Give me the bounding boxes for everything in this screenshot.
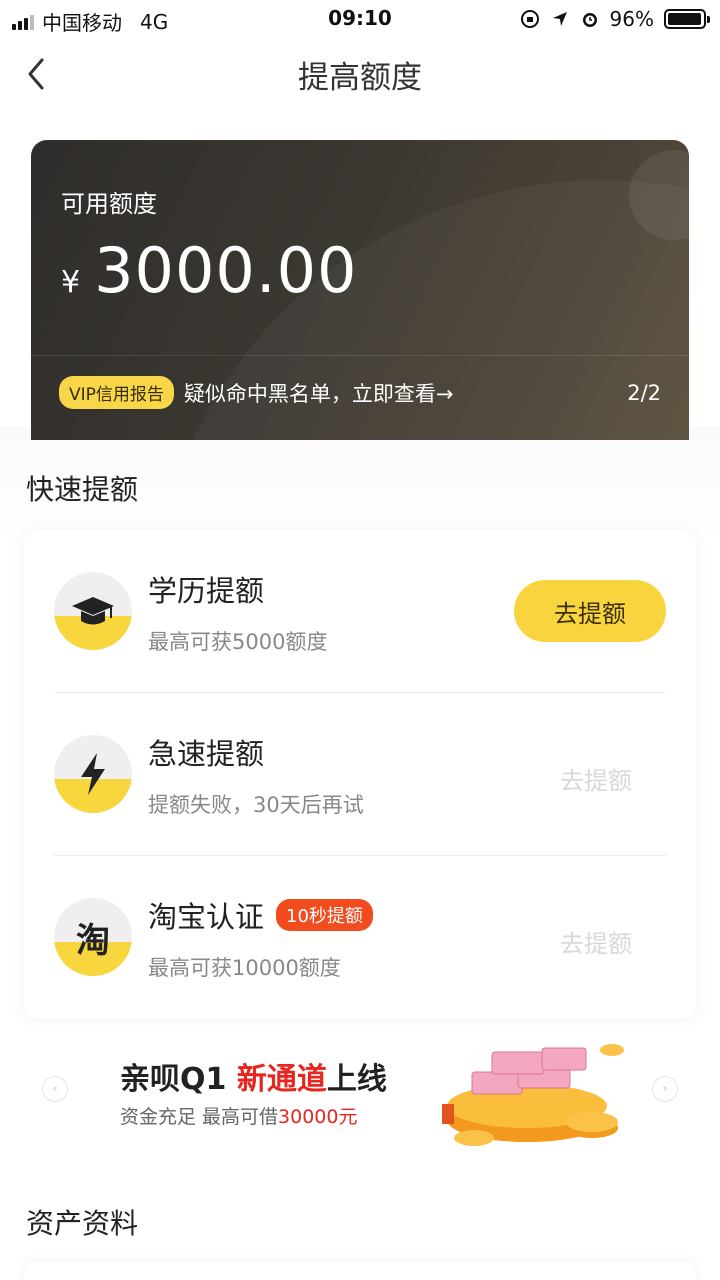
credit-amount: ¥ 3000.00 bbox=[61, 234, 357, 307]
raise-limit-button[interactable]: 去提额 bbox=[514, 580, 666, 642]
battery-percent: 96% bbox=[609, 7, 654, 31]
list-item-taobao: 淘 淘宝认证 10秒提额 最高可获10000额度 去提额 bbox=[54, 856, 666, 1019]
alarm-icon bbox=[580, 9, 600, 29]
list-item-express: 急速提额 提额失败，30天后再试 去提额 bbox=[54, 693, 666, 856]
assets-panel bbox=[24, 1262, 696, 1280]
speed-tag: 10秒提额 bbox=[276, 899, 373, 931]
status-right: 96% bbox=[520, 7, 710, 31]
currency-symbol: ¥ bbox=[61, 265, 81, 300]
item-subtitle: 最高可获10000额度 bbox=[148, 956, 341, 980]
status-bar: 中国移动 4G 09:10 96% bbox=[0, 0, 720, 38]
location-icon bbox=[550, 9, 570, 29]
credit-notice[interactable]: VIP信用报告 疑似命中黑名单，立即查看→ 2/2 bbox=[59, 376, 661, 409]
credit-value: 3000.00 bbox=[94, 234, 358, 307]
battery-icon bbox=[664, 9, 710, 29]
notice-page-indicator: 2/2 bbox=[627, 380, 661, 405]
promo-banner[interactable]: ‹ 亲呗Q1 新通道上线 资金充足 最高可借30000元 › bbox=[0, 1018, 720, 1160]
banner-subtitle: 资金充足 最高可借30000元 bbox=[120, 1102, 358, 1129]
credit-label: 可用额度 bbox=[61, 190, 157, 218]
vip-report-badge: VIP信用报告 bbox=[59, 376, 174, 409]
item-title: 学历提额 bbox=[148, 574, 265, 608]
banner-prev-button[interactable]: ‹ bbox=[42, 1076, 68, 1102]
lightning-icon bbox=[54, 735, 132, 813]
quick-list-panel: 学历提额 最高可获5000额度 去提额 急速提额 提额失败，30天后再试 去提额… bbox=[24, 530, 696, 1018]
raise-limit-button-disabled[interactable]: 去提额 bbox=[560, 924, 632, 959]
money-stack-illustration bbox=[442, 1044, 624, 1146]
rotation-lock-icon bbox=[520, 9, 540, 29]
banner-title-suffix: 上线 bbox=[326, 1062, 387, 1097]
assets-section-title: 资产资料 bbox=[26, 1207, 139, 1240]
item-title: 急速提额 bbox=[148, 737, 265, 771]
taobao-icon: 淘 bbox=[54, 898, 132, 976]
quick-section-title: 快速提额 bbox=[26, 473, 139, 506]
page-title: 提高额度 bbox=[298, 60, 422, 96]
raise-limit-button-disabled[interactable]: 去提额 bbox=[560, 761, 632, 796]
item-title: 淘宝认证 10秒提额 bbox=[148, 894, 373, 936]
item-title-text: 淘宝认证 bbox=[148, 900, 265, 934]
graduation-cap-icon bbox=[54, 572, 132, 650]
banner-title: 亲呗Q1 新通道上线 bbox=[120, 1054, 387, 1098]
banner-title-prefix: 亲呗Q1 bbox=[120, 1062, 237, 1097]
battery-fill bbox=[668, 13, 701, 25]
card-divider bbox=[31, 355, 689, 356]
list-item-education: 学历提额 最高可获5000额度 去提额 bbox=[54, 530, 666, 693]
taobao-char: 淘 bbox=[76, 920, 110, 961]
credit-card: 可用额度 ¥ 3000.00 VIP信用报告 疑似命中黑名单，立即查看→ 2/2 bbox=[31, 140, 689, 440]
nav-bar: 提高额度 bbox=[0, 40, 720, 108]
item-subtitle: 提额失败，30天后再试 bbox=[148, 793, 364, 817]
banner-title-highlight: 新通道 bbox=[236, 1062, 327, 1097]
banner-sub-highlight: 30000元 bbox=[278, 1106, 358, 1128]
item-subtitle: 最高可获5000额度 bbox=[148, 630, 328, 654]
banner-sub-prefix: 资金充足 最高可借 bbox=[120, 1106, 279, 1128]
banner-next-button[interactable]: › bbox=[652, 1076, 678, 1102]
notice-text: 疑似命中黑名单，立即查看→ bbox=[183, 381, 454, 406]
